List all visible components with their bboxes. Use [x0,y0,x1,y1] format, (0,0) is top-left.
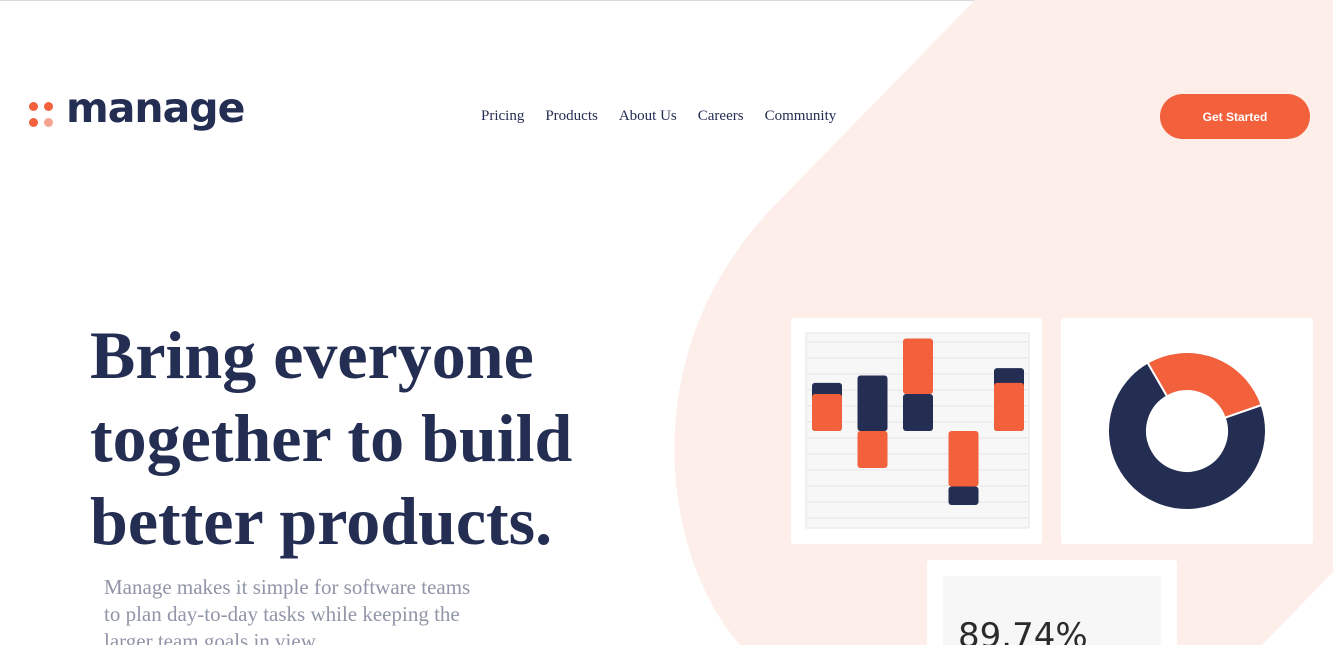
bar-chart-card [791,318,1042,544]
bar-segment-navy [948,486,979,505]
main-nav: Pricing Products About Us Careers Commun… [481,108,836,125]
bar-segment-orange [857,431,888,468]
nav-link-pricing[interactable]: Pricing [481,108,524,125]
nav-link-careers[interactable]: Careers [698,108,744,125]
get-started-button[interactable]: Get Started [1160,94,1310,139]
headline-line: together to build [90,400,573,476]
nav-link-community[interactable]: Community [765,108,837,125]
donut-segment-orange [1146,351,1263,420]
bar-segment-navy [903,394,933,431]
nav-link-products[interactable]: Products [545,108,598,125]
four-dots-logo-icon [29,93,55,127]
donut-chart-card [1061,318,1313,544]
bar-segment-orange [994,382,1024,431]
donut-chart-illustration [1107,351,1267,511]
bar-segment-orange [903,338,933,394]
hero-subtext: Manage makes it simple for software team… [104,575,471,645]
stat-value: 89.74% [958,616,1088,645]
brand-logo[interactable]: manage [29,84,245,132]
hero-headline: Bring everyone together to build better … [90,314,650,563]
bar-segment-orange [812,394,842,431]
bar-chart-illustration [805,332,1030,529]
bar-segment-navy [857,375,888,431]
bar-segment-orange [948,431,979,487]
headline-line: better products. [90,483,553,559]
headline-line: Bring everyone [90,317,534,393]
nav-link-about-us[interactable]: About Us [619,108,677,125]
brand-name: manage [66,84,245,132]
